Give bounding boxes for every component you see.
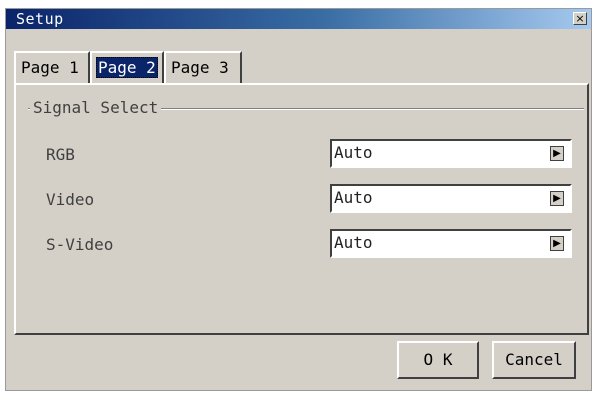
title-bar: Setup × [6,9,591,29]
s-video-label: S-Video [46,235,114,254]
tab-page-1[interactable]: Page 1 [14,51,90,85]
setup-dialog: Setup × Page 1 Page 2 Page 3 Signal Sele… [5,8,592,391]
rgb-select-value: Auto [334,143,373,162]
rgb-select[interactable]: Auto ▶ [330,139,572,168]
video-select[interactable]: Auto ▶ [330,184,572,213]
tab-label: Page 3 [171,58,229,77]
cancel-button[interactable]: Cancel [492,341,576,379]
s-video-select[interactable]: Auto ▶ [330,229,572,258]
tab-page-3[interactable]: Page 3 [164,51,242,85]
tab-page-2[interactable]: Page 2 [90,51,164,85]
tab-label: Page 1 [21,58,79,77]
window-title: Setup [16,10,64,28]
tab-panel: Signal Select RGB Auto ▶ Video Auto ▶ S-… [14,83,589,335]
video-label: Video [46,190,95,209]
ok-button[interactable]: O K [397,341,479,379]
dropdown-arrow-icon[interactable]: ▶ [550,146,564,161]
dropdown-arrow-icon[interactable]: ▶ [550,236,564,251]
video-select-value: Auto [334,188,373,207]
dropdown-arrow-icon[interactable]: ▶ [550,191,564,206]
rgb-label: RGB [46,145,75,164]
tab-label: Page 2 [96,57,158,78]
close-icon: × [575,12,585,25]
group-title: Signal Select [30,98,162,117]
s-video-select-value: Auto [334,233,373,252]
close-button[interactable]: × [573,12,587,25]
